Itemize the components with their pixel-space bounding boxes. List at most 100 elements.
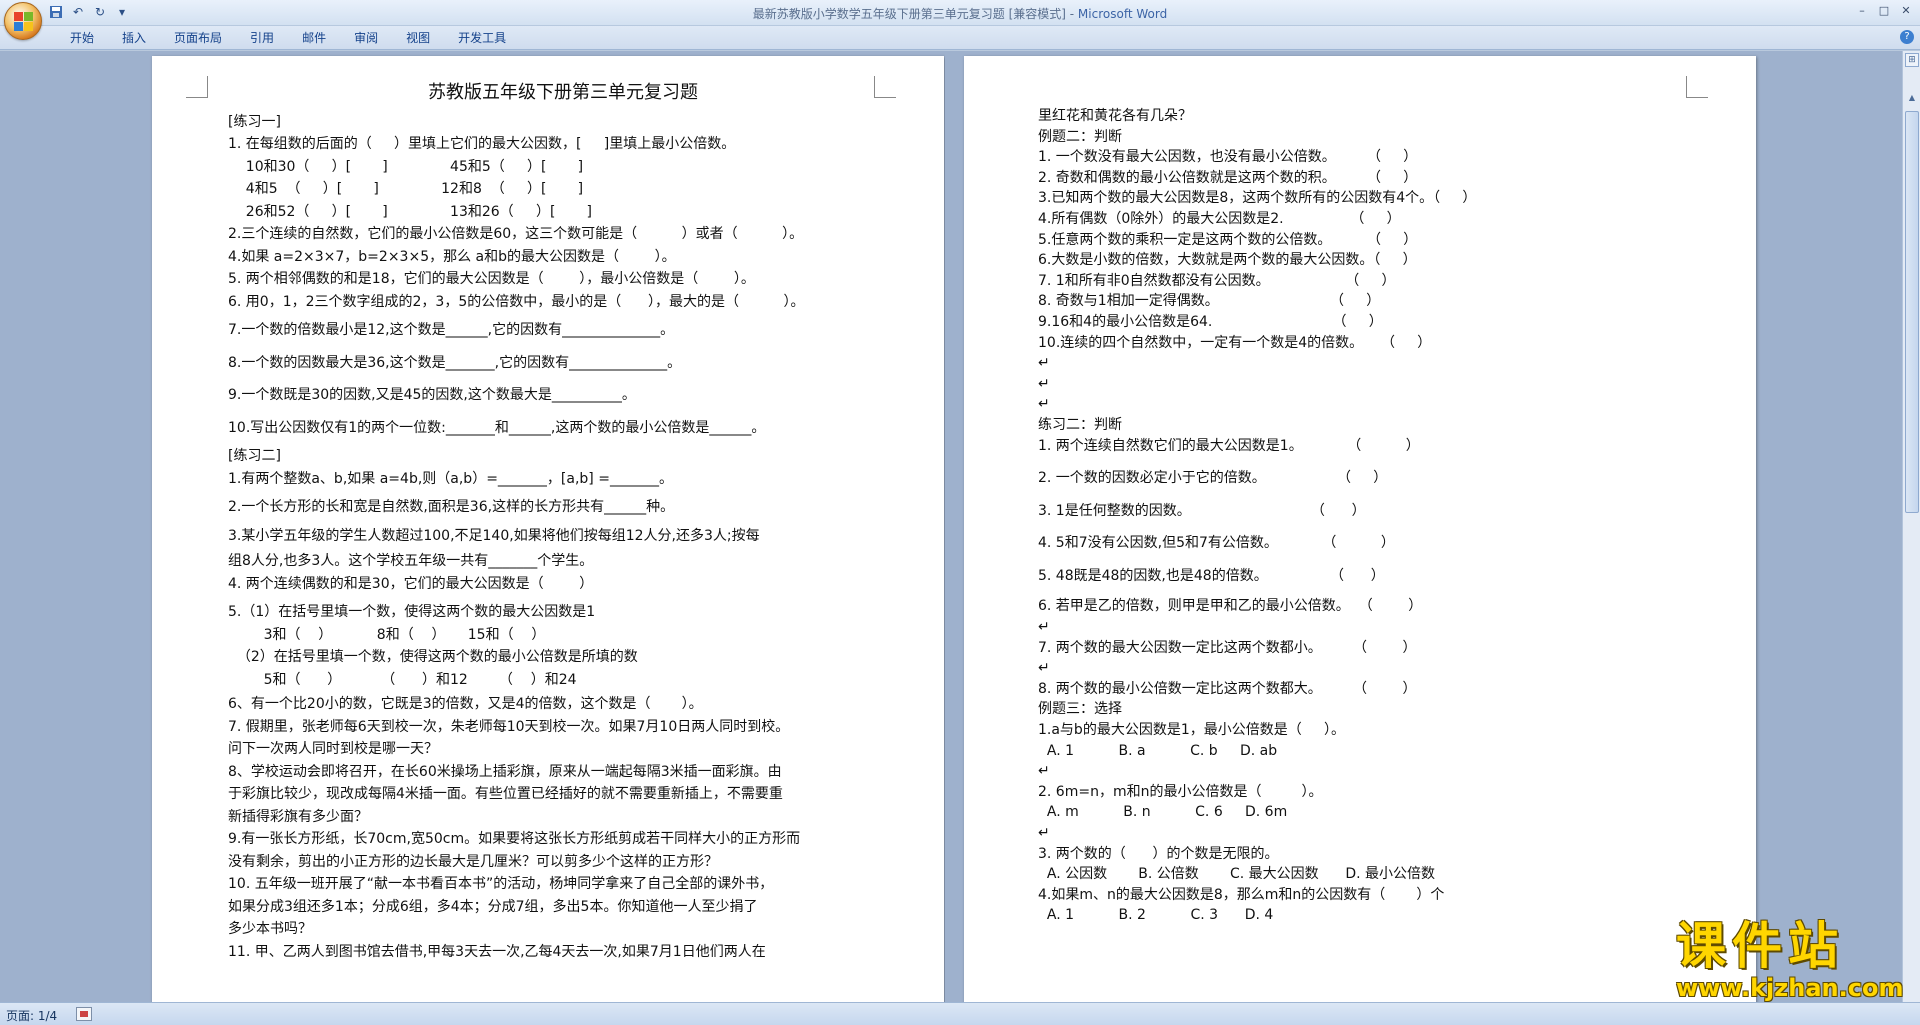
text-line: 1.a与b的最大公因数是1，最小公倍数是（ ）。: [1038, 722, 1345, 739]
crop-mark-top-left: [186, 76, 208, 98]
text-line: 7. 1和所有非0自然数都没有公因数。 （ ）: [1038, 272, 1396, 289]
text-line: 于彩旗比较少，现改成每隔4米插一面。有些位置已经插好的就不需要重新插上，不需要重: [228, 786, 783, 802]
document-workspace: 苏教版五年级下册第三单元复习题 [练习一] 1. 在每组数的后面的（ ）里填上它们…: [0, 51, 1902, 1002]
text-line: 2. 奇数和偶数的最小公倍数就是这两个数的积。 （ ）: [1038, 169, 1418, 186]
text-line: 4.如果 a=2×3×7，b=2×3×5，那么 a和b的最大公因数是（ ）。: [228, 248, 676, 265]
status-bar: 页面: 1/4: [0, 1002, 1920, 1025]
text-line: A. 1 B. a C. b D. ab: [1038, 742, 1278, 759]
text-line: ↵: [1038, 375, 1050, 392]
title-bar: ↶ ↻ ▾ 最新苏教版小学数学五年级下册第三单元复习题 [兼容模式] - Mic…: [0, 0, 1920, 40]
page-count[interactable]: 页面: 1/4: [6, 1007, 57, 1024]
text-line: 3. 1是任何整数的因数。 （ ）: [1038, 502, 1366, 519]
app-name: Microsoft Word: [1077, 7, 1168, 21]
tab-view[interactable]: 视图: [392, 30, 444, 46]
text-line: 4.所有偶数（0除外）的最大公因数是2. （ ）: [1038, 210, 1401, 227]
text-line: 10.连续的四个自然数中，一定有一个数是4的倍数。 （ ）: [1038, 334, 1432, 351]
tab-home[interactable]: 开始: [56, 30, 108, 46]
text-line: 5. 两个相邻偶数的和是18，它们的最大公因数是（ ），最小公倍数是（ ）。: [228, 271, 755, 287]
text-line: ↵: [1038, 355, 1050, 372]
text-line: 3. 两个数的（ ）的个数是无限的。: [1038, 845, 1279, 862]
scrollbar-thumb[interactable]: [1905, 111, 1919, 513]
vertical-scrollbar[interactable]: ⊞ ▲: [1902, 51, 1920, 1002]
text-line: 没有剩余，剪出的小正方形的边长最大是几厘米？可以剪多少个这样的正方形？: [228, 853, 718, 870]
text-line: 组8人分,也多3人。这个学校五年级一共有_______个学生。: [228, 553, 594, 569]
text-line: 6、有一个比20小的数，它既是3的倍数，又是4的倍数，这个数是（ ）。: [228, 696, 703, 712]
text-line: [练习一]: [228, 113, 281, 130]
page-2-text: 里红花和黄花各有几朵？ 例题二：判断 1. 一个数没有最大公因数，也没有最小公倍数。…: [1038, 106, 1728, 926]
document-page-2[interactable]: 里红花和黄花各有几朵？ 例题二：判断 1. 一个数没有最大公因数，也没有最小公倍数。…: [964, 56, 1756, 1002]
text-line: 9.16和4的最小公倍数是64. （ ）: [1038, 313, 1383, 330]
text-line: A. 公因数 B. 公倍数 C. 最大公因数 D. 最小公倍数: [1038, 866, 1435, 883]
text-line: 4. 两个连续偶数的和是30，它们的最大公因数是（ ）: [228, 575, 594, 592]
tab-review[interactable]: 审阅: [340, 30, 392, 46]
help-icon[interactable]: ?: [1900, 30, 1914, 44]
text-line: ↵: [1038, 825, 1050, 841]
ribbon-tabs-bar: 开始 插入 页面布局 引用 邮件 审阅 视图 开发工具 ?: [0, 26, 1920, 50]
maximize-icon[interactable]: □: [1874, 2, 1894, 18]
scroll-up-icon[interactable]: ▲: [1905, 91, 1919, 105]
view-ruler-icon[interactable]: ⊞: [1905, 53, 1919, 67]
watermark-url: www.kjzhan.com: [1676, 974, 1904, 1002]
text-line: 3.某小学五年级的学生人数超过100,不足140,如果将他们按每组12人分,还多…: [228, 527, 760, 544]
text-line: 里红花和黄花各有几朵？: [1038, 108, 1192, 124]
document-title: 最新苏教版小学数学五年级下册第三单元复习题 [兼容模式] -: [752, 7, 1078, 21]
text-line: ↵: [1038, 619, 1050, 636]
text-line: 2. 6m=n，m和n的最小公倍数是（ ）。: [1038, 783, 1323, 800]
text-line: 5. 48既是48的因数,也是48的倍数。 （ ）: [1038, 567, 1385, 584]
document-heading: 苏教版五年级下册第三单元复习题: [428, 82, 698, 103]
window-controls: – □ ✕: [1852, 2, 1916, 18]
text-line: 1.有两个整数a、b,如果 a=4b,则（a,b）=_______，[a,b] …: [228, 470, 673, 487]
text-line: 8、学校运动会即将召开，在长60米操场上插彩旗，原来从一端起每隔3米插一面彩旗。…: [228, 763, 782, 780]
text-line: ↵: [1038, 763, 1050, 780]
ribbon-tabs: 开始 插入 页面布局 引用 邮件 审阅 视图 开发工具: [56, 30, 520, 46]
office-logo-icon: [14, 12, 34, 32]
document-page-1[interactable]: 苏教版五年级下册第三单元复习题 [练习一] 1. 在每组数的后面的（ ）里填上它们…: [152, 56, 944, 1002]
proofing-icon[interactable]: [76, 1007, 92, 1021]
close-icon[interactable]: ✕: [1896, 2, 1916, 18]
text-line: 1. 在每组数的后面的（ ）里填上它们的最大公因数，[ ]里填上最小公倍数。: [228, 136, 736, 152]
text-line: ↵: [1038, 660, 1050, 677]
text-line: （2）在括号里填一个数，使得这两个数的最小公倍数是所填的数: [228, 649, 638, 665]
text-line: 新插得彩旗有多少面？: [228, 808, 368, 825]
text-line: 1. 两个连续自然数它们的最大公因数是1。 （ ）: [1038, 437, 1420, 454]
text-line: 5和（ ） （ ）和12 （ ）和24: [228, 671, 577, 688]
text-line: 9.一个数既是30的因数,又是45的因数,这个数最大是__________。: [228, 387, 636, 403]
tab-developer[interactable]: 开发工具: [444, 30, 520, 46]
text-line: 4. 5和7没有公因数,但5和7有公倍数。 （ ）: [1038, 535, 1395, 552]
text-line: 6. 若甲是乙的倍数，则甲是甲和乙的最小公倍数。 （ ）: [1038, 598, 1423, 615]
text-line: 7. 两个数的最大公因数一定比这两个数都小。 （ ）: [1038, 639, 1417, 656]
text-line: 2. 一个数的因数必定小于它的倍数。 （ ）: [1038, 470, 1388, 487]
text-line: 11. 甲、乙两人到图书馆去借书,甲每3天去一次,乙每4天去一次,如果7月1日他…: [228, 943, 766, 960]
page-2-lines: 里红花和黄花各有几朵？ 例题二：判断 1. 一个数没有最大公因数，也没有最小公倍数。…: [1038, 106, 1728, 926]
page-1-text: 苏教版五年级下册第三单元复习题 [练习一] 1. 在每组数的后面的（ ）里填上它们…: [228, 82, 898, 963]
text-line: 8. 两个数的最小公倍数一定比这两个数都大。 （ ）: [1038, 680, 1417, 697]
crop-mark-top-right: [1686, 76, 1708, 98]
tab-references[interactable]: 引用: [236, 30, 288, 46]
text-line: 8. 奇数与1相加一定得偶数。 （ ）: [1038, 293, 1381, 310]
watermark-text: 课件站: [1676, 917, 1844, 975]
office-button[interactable]: [4, 2, 42, 40]
text-line: 2.一个长方形的长和宽是自然数,面积是36,这样的长方形共有______种。: [228, 499, 675, 515]
text-line: 4和5 （ ）[ ] 12和8 （ ）[ ]: [228, 181, 584, 197]
text-line: 6.大数是小数的倍数，大数就是两个数的最大公因数。（ ）: [1038, 252, 1417, 269]
text-line: 6. 用0，1，2三个数字组成的2，3，5的公倍数中，最小的是（ ），最大的是（…: [228, 293, 805, 310]
text-line: ↵: [1038, 396, 1050, 413]
tab-page-layout[interactable]: 页面布局: [160, 30, 236, 46]
text-line: 例题三：选择: [1038, 701, 1122, 718]
tab-insert[interactable]: 插入: [108, 30, 160, 46]
tab-mailings[interactable]: 邮件: [288, 30, 340, 46]
site-watermark: 课件站 www.kjzhan.com: [1676, 917, 1904, 1006]
text-line: 7. 假期里，张老师每6天到校一次，朱老师每10天到校一次。如果7月10日两人同…: [228, 718, 790, 735]
minimize-icon[interactable]: –: [1852, 2, 1872, 18]
window-title: 最新苏教版小学数学五年级下册第三单元复习题 [兼容模式] - Microsoft…: [0, 5, 1920, 22]
text-line: 3.已知两个数的最大公因数是8，这两个数所有的公因数有4个。（ ）: [1038, 190, 1477, 207]
text-line: 例题二：判断: [1038, 128, 1122, 145]
text-line: 10. 五年级一班开展了“献一本书看百本书”的活动，杨坤同学拿来了自己全部的课外…: [228, 876, 774, 892]
text-line: [练习二]: [228, 448, 281, 464]
text-line: 多少本书吗？: [228, 921, 312, 937]
text-line: A. m B. n C. 6 D. 6m: [1038, 804, 1288, 821]
text-line: 10和30（ ）[ ] 45和5（ ）[ ]: [228, 158, 584, 175]
text-line: A. 1 B. 2 C. 3 D. 4: [1038, 907, 1274, 924]
text-line: 2.三个连续的自然数，它们的最小公倍数是60，这三个数可能是（ ）或者（ ）。: [228, 226, 804, 242]
text-line: 3和（ ） 8和（ ） 15和（ ）: [228, 626, 546, 643]
